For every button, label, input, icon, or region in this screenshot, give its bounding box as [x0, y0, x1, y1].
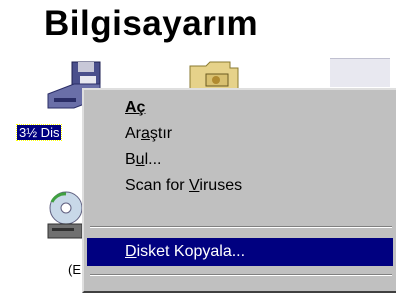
menu-item-explore-post: ştır [149, 125, 173, 142]
menu-separator [90, 226, 392, 228]
menu-item-explore-accel: a [141, 125, 150, 142]
menu-item-copy-disk[interactable]: Disket Kopyala... [87, 238, 393, 266]
menu-item-explore[interactable]: Araştır [87, 122, 393, 146]
menu-item-copy-accel: D [125, 243, 137, 260]
menu-item-open[interactable]: Aç [87, 96, 393, 120]
floppy-drive-label[interactable]: 3½ Dis [15, 124, 63, 141]
menu-item-copy-post: isket Kopyala... [136, 243, 246, 260]
cd-drive-icon[interactable] [44, 190, 84, 242]
page-title: Bilgisayarım [44, 4, 259, 43]
menu-item-find-pre: B [125, 151, 136, 168]
menu-item-scan-viruses[interactable]: Scan for Viruses [87, 174, 393, 198]
menu-item-open-accel: Aç [125, 99, 146, 116]
menu-item-find-accel: u [135, 151, 145, 168]
menu-item-find-post: l... [144, 151, 162, 168]
menu-item-scan-accel: V [189, 177, 200, 194]
drive-icon-partial[interactable] [330, 58, 390, 87]
menu-separator [90, 274, 392, 276]
menu-item-find[interactable]: Bul... [87, 148, 393, 172]
menu-item-scan-pre: Scan for [125, 177, 190, 194]
context-menu: Aç Araştır Bul... Scan for Viruses Diske… [82, 88, 396, 293]
cd-drive-label[interactable]: (E [68, 262, 81, 277]
menu-item-scan-post: iruses [199, 177, 243, 194]
menu-item-explore-pre: Ar [125, 125, 141, 142]
